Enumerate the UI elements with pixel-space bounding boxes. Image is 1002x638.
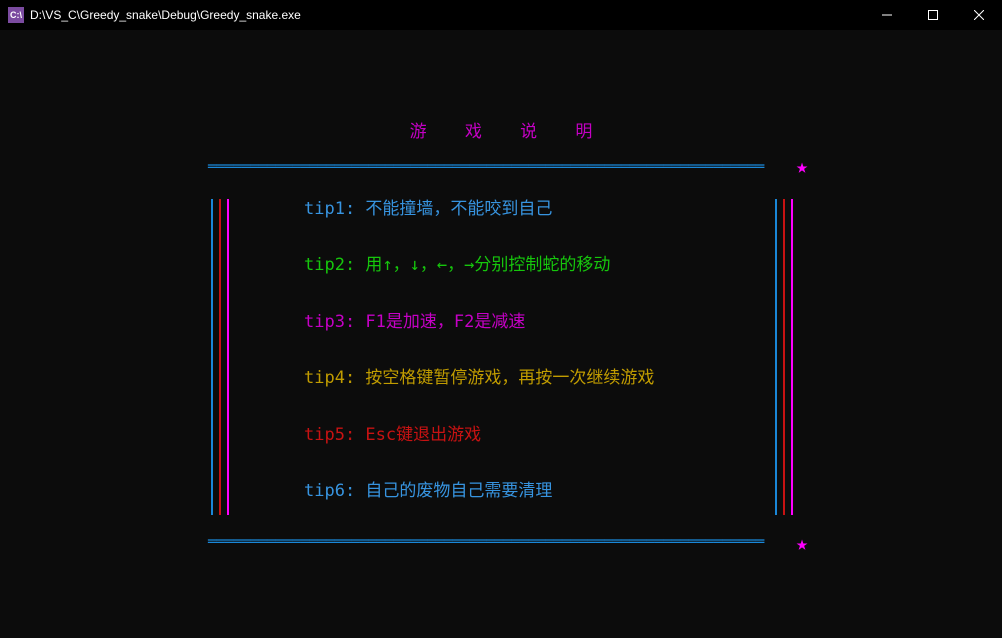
tip-label: tip5: — [304, 425, 355, 445]
heading-char: 说 — [520, 122, 537, 142]
tip-text: Esc键退出游戏 — [355, 425, 481, 445]
heading-char: 戏 — [465, 122, 482, 142]
vline-red — [783, 199, 785, 515]
page-title: 游 戏 说 明 — [0, 122, 1002, 142]
window-controls — [864, 0, 1002, 30]
tips-list: tip1: 不能撞墙，不能咬到自己tip2: 用↑，↓，←，→分别控制蛇的移动t… — [232, 199, 772, 515]
vline-magenta — [791, 199, 793, 515]
tip-row-1: tip1: 不能撞墙，不能咬到自己 — [304, 199, 772, 219]
heading-char: 游 — [410, 122, 427, 142]
tips-content: tip1: 不能撞墙，不能咬到自己tip2: 用↑，↓，←，→分别控制蛇的移动t… — [208, 174, 796, 535]
tip-row-4: tip4: 按空格键暂停游戏，再按一次继续游戏 — [304, 368, 772, 388]
tip-row-3: tip3: F1是加速，F2是减速 — [304, 312, 772, 332]
vline-red — [219, 199, 221, 515]
tip-text: 不能撞墙，不能咬到自己 — [355, 199, 552, 219]
tip-text: 自己的废物自己需要清理 — [355, 481, 552, 501]
close-button[interactable] — [956, 0, 1002, 30]
border-top: ════════════════════════════════════════… — [208, 160, 796, 174]
border-left — [208, 199, 232, 515]
vline-blue — [211, 199, 213, 515]
window-title: D:\VS_C\Greedy_snake\Debug\Greedy_snake.… — [30, 8, 864, 22]
star-icon: ★ — [796, 154, 808, 178]
tip-text: 按空格键暂停游戏，再按一次继续游戏 — [355, 368, 654, 388]
tip-label: tip1: — [304, 199, 355, 219]
tip-row-5: tip5: Esc键退出游戏 — [304, 425, 772, 445]
border-right — [772, 199, 796, 515]
star-icon: ★ — [796, 531, 808, 555]
heading-char: 明 — [575, 122, 592, 142]
minimize-button[interactable] — [864, 0, 910, 30]
tip-text: 用↑，↓，←，→分别控制蛇的移动 — [355, 255, 610, 275]
tip-label: tip2: — [304, 255, 355, 275]
window-titlebar: C:\ D:\VS_C\Greedy_snake\Debug\Greedy_sn… — [0, 0, 1002, 30]
tip-label: tip6: — [304, 481, 355, 501]
vline-blue — [775, 199, 777, 515]
maximize-button[interactable] — [910, 0, 956, 30]
app-icon: C:\ — [8, 7, 24, 23]
tip-row-6: tip6: 自己的废物自己需要清理 — [304, 481, 772, 501]
vline-magenta — [227, 199, 229, 515]
tip-row-2: tip2: 用↑，↓，←，→分别控制蛇的移动 — [304, 255, 772, 275]
tip-label: tip3: — [304, 312, 355, 332]
instruction-frame: ★ ══════════════════════════════════════… — [208, 160, 796, 549]
tip-text: F1是加速，F2是减速 — [355, 312, 525, 332]
console-output: 游 戏 说 明 ★ ══════════════════════════════… — [0, 30, 1002, 638]
border-bottom: ════════════════════════════════════════… — [208, 535, 796, 549]
tip-label: tip4: — [304, 368, 355, 388]
